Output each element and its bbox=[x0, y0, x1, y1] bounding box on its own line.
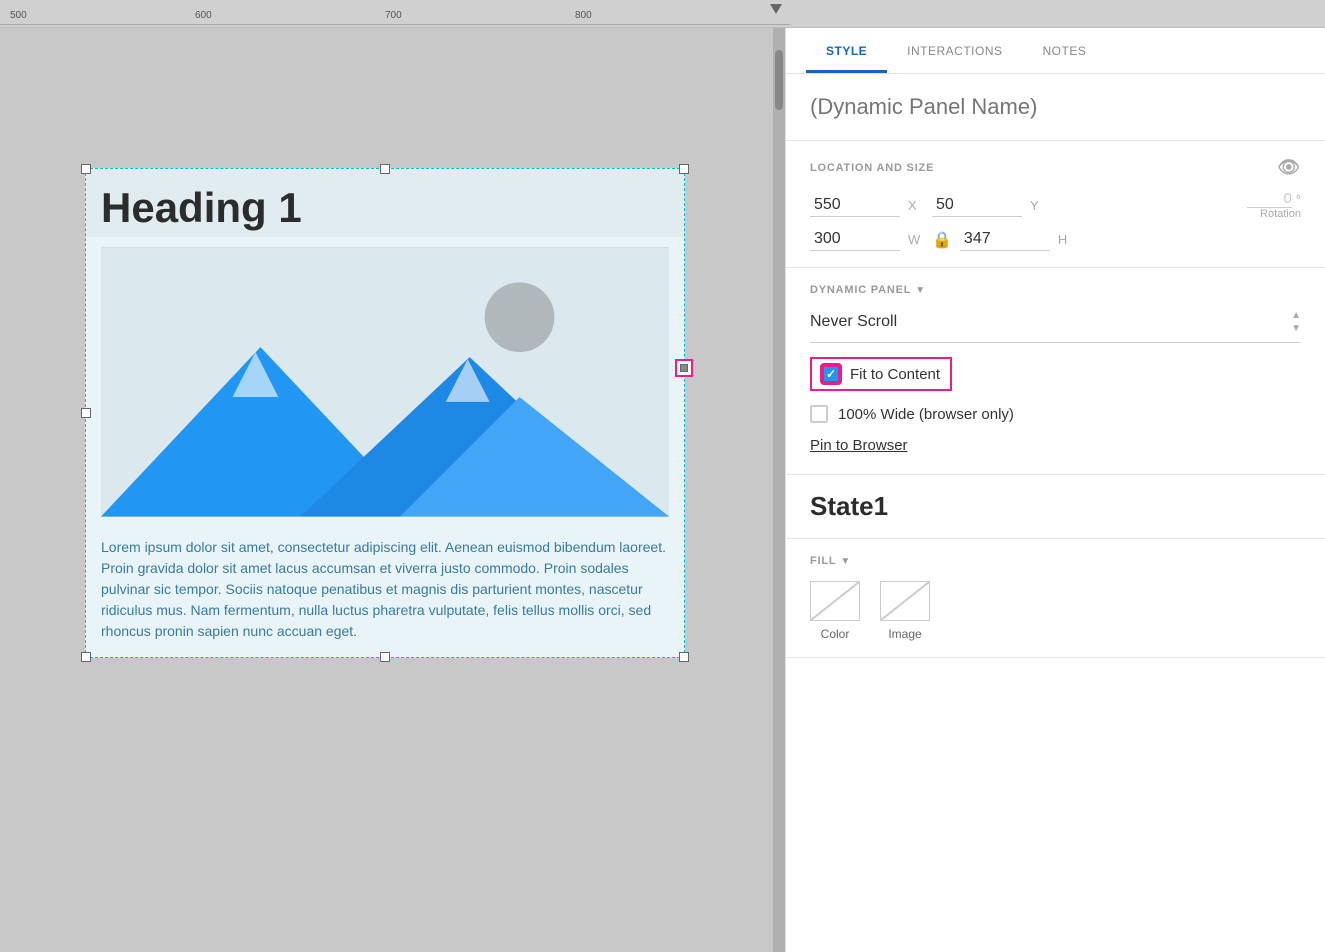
fit-to-content-label: Fit to Content bbox=[850, 366, 940, 383]
fill-label: FILL ▼ bbox=[810, 555, 1301, 567]
handle-top-right[interactable] bbox=[679, 164, 689, 174]
fill-diagonal bbox=[811, 582, 859, 620]
pin-to-browser-link[interactable]: Pin to Browser bbox=[810, 437, 1301, 454]
fill-options: Color Image bbox=[810, 581, 1301, 641]
canvas: Heading 1 Lore bbox=[0, 28, 785, 952]
fill-section: FILL ▼ Color Image bbox=[786, 539, 1325, 658]
wide-checkbox[interactable] bbox=[810, 405, 828, 423]
handle-top-mid[interactable] bbox=[380, 164, 390, 174]
handle-bottom-right[interactable] bbox=[679, 652, 689, 662]
visibility-icon[interactable]: 👁 bbox=[1277, 157, 1301, 178]
y-input[interactable] bbox=[932, 194, 1022, 217]
dynamic-panel-label: DYNAMIC PANEL ▼ bbox=[810, 284, 1301, 296]
rotation-input[interactable] bbox=[1247, 190, 1292, 208]
fill-image-icon[interactable] bbox=[880, 581, 930, 621]
fit-to-content-row[interactable]: ✓ Fit to Content bbox=[810, 357, 952, 391]
fit-to-content-checkbox[interactable]: ✓ bbox=[822, 365, 840, 383]
ruler-mark-500: 500 bbox=[10, 10, 27, 21]
state-section: State1 bbox=[786, 475, 1325, 539]
widget-heading: Heading 1 bbox=[86, 169, 684, 237]
down-arrow: ▼ bbox=[1291, 323, 1301, 334]
handle-top-left[interactable] bbox=[81, 164, 91, 174]
up-arrow: ▲ bbox=[1291, 310, 1301, 321]
widget-text: Lorem ipsum dolor sit amet, consectetur … bbox=[86, 527, 684, 657]
dynamic-panel-section: DYNAMIC PANEL ▼ Never Scroll ▲ ▼ ✓ Fit t… bbox=[786, 268, 1325, 475]
scroll-value: Never Scroll bbox=[810, 313, 897, 331]
wide-label: 100% Wide (browser only) bbox=[838, 406, 1014, 423]
h-label: H bbox=[1058, 232, 1074, 247]
rotation-label: Rotation bbox=[1260, 208, 1301, 220]
ruler: 500 600 700 800 bbox=[0, 0, 1325, 28]
ruler-mark-800: 800 bbox=[575, 10, 592, 21]
degree-symbol: ° bbox=[1296, 192, 1301, 207]
checkmark-icon: ✓ bbox=[826, 367, 836, 381]
dp-arrow: ▼ bbox=[915, 285, 926, 296]
right-panel: STYLE INTERACTIONS NOTES LOCATION AND SI… bbox=[785, 28, 1325, 952]
scroll-arrows[interactable]: ▲ ▼ bbox=[1291, 310, 1301, 334]
handle-special-right[interactable] bbox=[675, 359, 693, 377]
scrollbar-thumb[interactable] bbox=[775, 50, 783, 110]
placeholder-svg bbox=[101, 247, 669, 517]
tab-style[interactable]: STYLE bbox=[806, 28, 887, 73]
fill-color-label: Color bbox=[821, 627, 850, 641]
location-size-label: LOCATION AND SIZE 👁 bbox=[810, 157, 1301, 178]
ruler-mark-700: 700 bbox=[385, 10, 402, 21]
ruler-mark-600: 600 bbox=[195, 10, 212, 21]
state-title: State1 bbox=[810, 491, 1301, 522]
handle-bottom-mid[interactable] bbox=[380, 652, 390, 662]
handle-bottom-left[interactable] bbox=[81, 652, 91, 662]
x-input[interactable] bbox=[810, 194, 900, 217]
fill-color-icon[interactable] bbox=[810, 581, 860, 621]
x-label: X bbox=[908, 198, 924, 213]
panel-name-input[interactable] bbox=[810, 94, 1301, 120]
handle-mid-left[interactable] bbox=[81, 408, 91, 418]
fill-image-option[interactable]: Image bbox=[880, 581, 930, 641]
w-label: W bbox=[908, 232, 924, 247]
panel-name-section bbox=[786, 74, 1325, 141]
dynamic-panel-widget[interactable]: Heading 1 Lore bbox=[85, 168, 685, 658]
wide-row[interactable]: 100% Wide (browser only) bbox=[810, 405, 1301, 423]
fill-image-label: Image bbox=[888, 627, 921, 641]
tab-interactions[interactable]: INTERACTIONS bbox=[887, 28, 1022, 73]
fill-arrow: ▼ bbox=[840, 556, 851, 567]
handle-special-inner bbox=[680, 364, 688, 372]
fill-color-option[interactable]: Color bbox=[810, 581, 860, 641]
lock-icon[interactable]: 🔒 bbox=[932, 230, 952, 250]
location-size-section: LOCATION AND SIZE 👁 X Y ° Rotation bbox=[786, 141, 1325, 268]
canvas-scrollbar[interactable] bbox=[773, 28, 785, 952]
fill-image-diagonal bbox=[881, 582, 929, 620]
y-label: Y bbox=[1030, 198, 1046, 213]
panel-tabs: STYLE INTERACTIONS NOTES bbox=[786, 28, 1325, 74]
tab-notes[interactable]: NOTES bbox=[1023, 28, 1107, 73]
image-placeholder bbox=[101, 247, 669, 517]
scroll-dropdown[interactable]: Never Scroll ▲ ▼ bbox=[810, 310, 1301, 343]
w-input[interactable] bbox=[810, 228, 900, 251]
h-input[interactable] bbox=[960, 228, 1050, 251]
